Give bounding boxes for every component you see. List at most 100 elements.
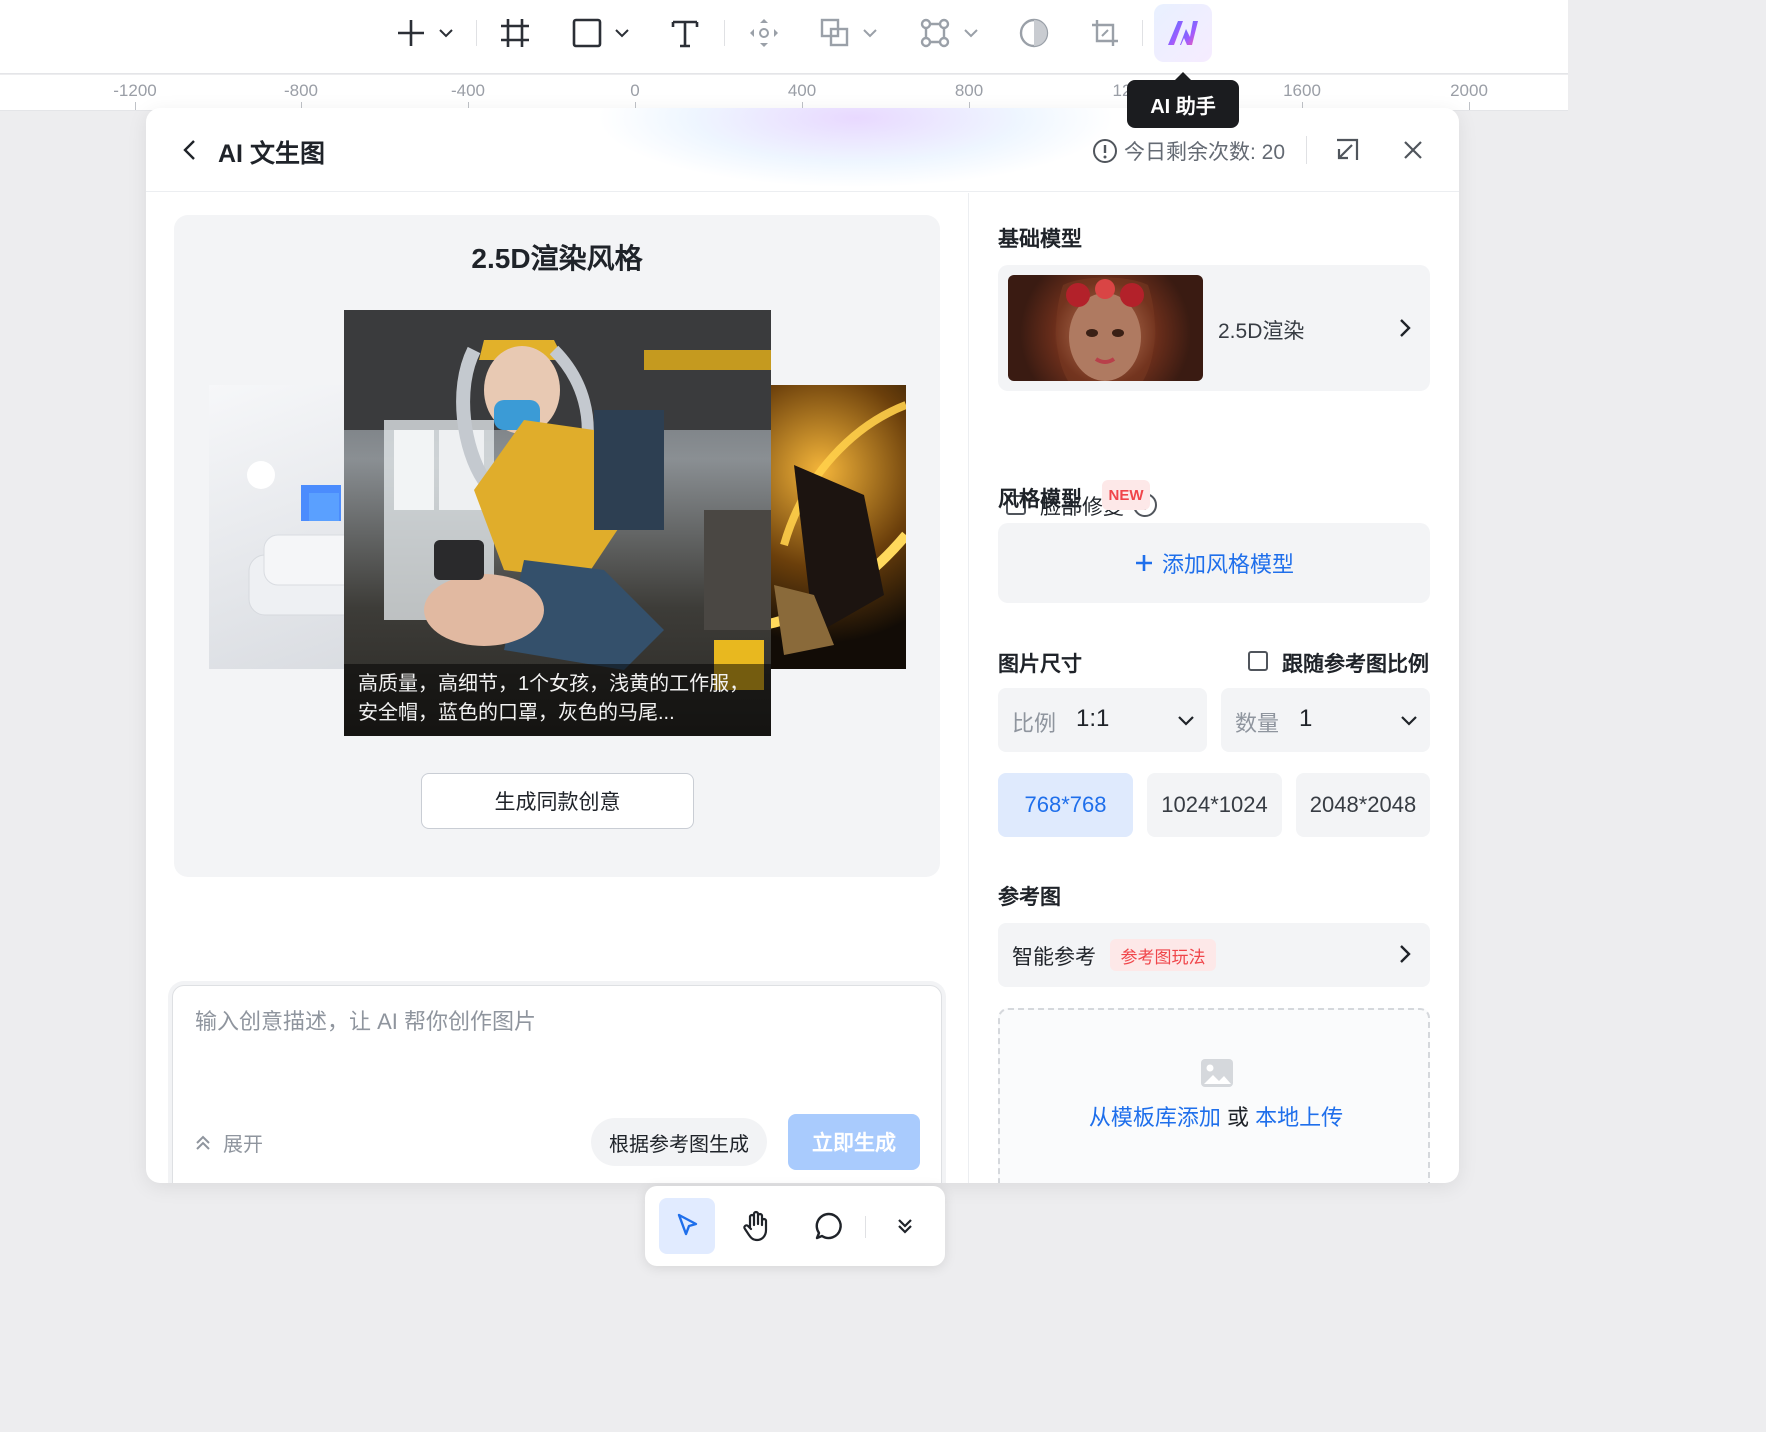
component-tool-button[interactable]	[745, 12, 783, 54]
mask-tool-button[interactable]	[1016, 12, 1052, 54]
ai-assistant-icon	[1168, 21, 1198, 45]
showcase-title: 2.5D渲染风格	[471, 243, 643, 274]
follow-ratio-label: 跟随参考图比例	[1282, 653, 1429, 676]
ruler-tick: 400	[787, 81, 817, 100]
chevron-down-icon	[439, 29, 453, 38]
smart-reference-selector[interactable]: 智能参考 参考图玩法	[998, 923, 1430, 987]
model-thumbnail	[1008, 275, 1203, 381]
daily-quota: 今日剩余次数: 20	[1092, 136, 1285, 166]
chevron-down-icon	[615, 29, 629, 38]
crop-tool-button[interactable]	[1088, 12, 1122, 54]
ai-assistant-button[interactable]	[1154, 4, 1212, 62]
more-tools-button[interactable]	[877, 1198, 933, 1254]
reference-upload-area[interactable]: 从模板库添加 或 本地上传	[998, 1008, 1430, 1183]
mask-icon	[1019, 18, 1049, 48]
add-style-label: 添加风格模型	[1161, 552, 1294, 577]
image-size-label: 图片尺寸	[998, 653, 1082, 676]
style-showcase: 2.5D渲染风格 高质量，高细节，1个女孩，浅黄的工作服，安全帽，蓝色的口罩，灰…	[174, 215, 940, 877]
reference-play-badge: 参考图玩法	[1110, 939, 1216, 971]
size-option-2048[interactable]: 2048*2048	[1296, 773, 1430, 837]
image-caption: 高质量，高细节，1个女孩，浅黄的工作服，安全帽，蓝色的口罩，灰色的马尾...	[344, 664, 771, 736]
ai-text-to-image-panel: AI 文生图 今日剩余次数: 20 2.5D渲染风格 高质量，高细节，1个女孩，…	[146, 108, 1459, 1183]
chevron-down-icon	[964, 29, 978, 38]
upload-text: 从模板库添加 或 本地上传	[1000, 1100, 1432, 1132]
prompt-input[interactable]: 输入创意描述，让 AI 帮你创作图片	[195, 1004, 536, 1036]
sample-image-main[interactable]: 高质量，高细节，1个女孩，浅黄的工作服，安全帽，蓝色的口罩，灰色的马尾...	[344, 310, 771, 736]
chevron-down-icon	[1401, 716, 1417, 726]
boolean-icon	[820, 18, 849, 47]
prompt-box: 输入创意描述，让 AI 帮你创作图片 展开 根据参考图生成 立即生成	[172, 985, 942, 1183]
chevron-down-icon	[863, 29, 877, 38]
frame-icon	[501, 19, 529, 47]
style-model-label: 风格模型	[998, 488, 1082, 511]
ratio-select[interactable]: 比例 1:1	[998, 688, 1207, 752]
bottom-toolbar	[645, 1186, 945, 1266]
size-option-768[interactable]: 768*768	[998, 773, 1133, 837]
rectangle-icon	[572, 18, 602, 48]
popout-icon[interactable]	[1333, 136, 1361, 164]
shape-tool-button[interactable]	[568, 12, 634, 54]
component-icon	[750, 19, 778, 47]
boolean-tool-button[interactable]	[816, 12, 882, 54]
count-value: 1	[1299, 705, 1313, 732]
new-badge: NEW	[1102, 480, 1150, 510]
top-toolbar	[0, 0, 1568, 74]
generate-now-button[interactable]: 立即生成	[788, 1114, 920, 1170]
template-library-link[interactable]: 从模板库添加	[1089, 1105, 1221, 1130]
count-label: 数量	[1235, 711, 1280, 736]
add-style-model-button[interactable]: 添加风格模型	[998, 523, 1430, 603]
count-select[interactable]: 数量 1	[1221, 688, 1430, 752]
reference-generate-button[interactable]: 根据参考图生成	[591, 1118, 767, 1166]
add-icon	[398, 20, 424, 46]
ruler-tick: 2000	[1450, 81, 1488, 100]
text-icon	[671, 20, 699, 48]
base-model-selector[interactable]: 2.5D渲染	[998, 265, 1430, 391]
chevron-right-icon	[1400, 945, 1411, 963]
portrait-image	[1056, 277, 1155, 381]
expand-button[interactable]: 展开	[193, 1128, 263, 1157]
model-name: 2.5D渲染	[1218, 320, 1305, 343]
quota-text: 今日剩余次数: 20	[1124, 141, 1286, 164]
panel-title: AI 文生图	[218, 140, 325, 168]
base-model-label: 基础模型	[998, 228, 1082, 251]
hand-tool-button[interactable]	[729, 1198, 785, 1254]
local-upload-link[interactable]: 本地上传	[1255, 1105, 1343, 1130]
chevron-down-icon	[1178, 716, 1194, 726]
crop-icon	[1092, 20, 1118, 46]
left-column: 2.5D渲染风格 高质量，高细节，1个女孩，浅黄的工作服，安全帽，蓝色的口罩，灰…	[146, 193, 968, 1183]
frame-tool-button[interactable]	[496, 12, 534, 54]
ratio-value: 1:1	[1076, 705, 1110, 732]
vector-tool-button[interactable]	[916, 12, 982, 54]
generate-same-button[interactable]: 生成同款创意	[421, 773, 694, 829]
chevrons-up-icon	[196, 1135, 210, 1150]
upload-or: 或	[1226, 1105, 1249, 1130]
follow-ratio-checkbox[interactable]	[1248, 651, 1268, 671]
info-icon	[1093, 139, 1117, 163]
close-icon[interactable]	[1399, 136, 1427, 164]
ruler-tick: -400	[450, 81, 486, 100]
horizontal-ruler: -1200 -800 -400 0 400 800 12 1600 2000	[0, 75, 1568, 111]
vector-icon	[920, 18, 950, 48]
ratio-label: 比例	[1012, 711, 1057, 736]
fantasy-warrior-image	[764, 401, 906, 655]
reference-image-label: 参考图	[998, 886, 1061, 909]
select-tool-button[interactable]	[659, 1198, 715, 1254]
image-placeholder-icon	[1201, 1059, 1233, 1087]
hand-icon	[743, 1210, 768, 1242]
ruler-tick: -1200	[113, 81, 157, 100]
back-icon[interactable]	[176, 136, 204, 164]
comment-icon	[815, 1212, 842, 1240]
ruler-tick: 1600	[1283, 81, 1321, 100]
text-tool-button[interactable]	[668, 12, 702, 54]
ruler-tick: 0	[630, 81, 640, 100]
plus-icon	[1135, 555, 1152, 571]
chevron-right-icon	[1400, 319, 1411, 337]
comment-tool-button[interactable]	[801, 1198, 857, 1254]
size-option-1024[interactable]: 1024*1024	[1147, 773, 1282, 837]
chevrons-down-icon	[898, 1219, 912, 1234]
add-tool-button[interactable]	[390, 12, 460, 54]
sample-image-right[interactable]	[764, 385, 906, 669]
smart-reference-label: 智能参考	[1012, 946, 1096, 969]
ruler-tick: -800	[283, 81, 319, 100]
ai-assistant-tooltip: AI 助手	[1127, 72, 1239, 128]
